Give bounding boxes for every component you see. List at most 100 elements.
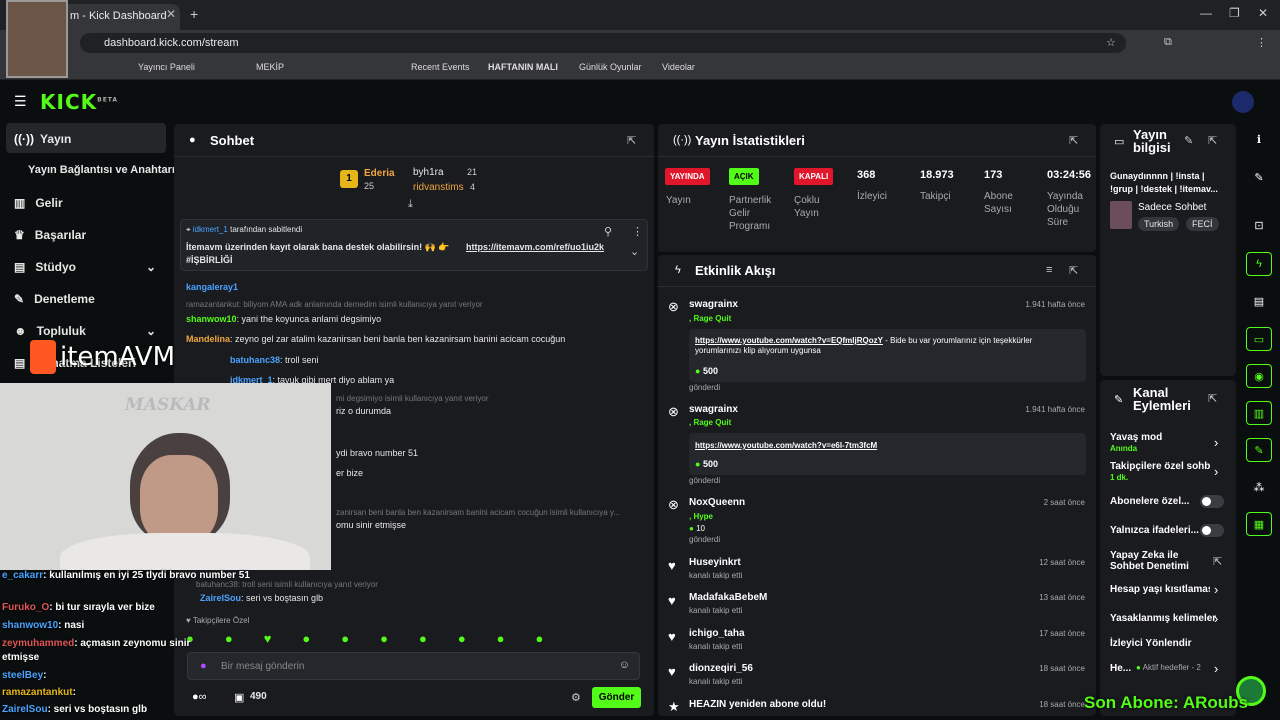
event-time: 12 saat önce bbox=[1039, 558, 1085, 567]
bookmark-videolar[interactable]: Videolar bbox=[662, 62, 695, 72]
chat-icon[interactable]: ▭ bbox=[1246, 327, 1272, 351]
send-button[interactable]: Gönder bbox=[592, 687, 641, 708]
sidebar-item-label: Yayın bbox=[39, 132, 72, 146]
event-link[interactable]: https://www.youtube.com/watch?v=e6l-7tm3… bbox=[695, 441, 877, 450]
chevron-right-icon[interactable]: › bbox=[1214, 582, 1218, 597]
slow-mode-value: Anında bbox=[1110, 444, 1138, 453]
popout-icon[interactable]: ⇱ bbox=[1069, 264, 1078, 277]
info-icon[interactable]: ℹ bbox=[1246, 128, 1272, 152]
emotes-only-toggle[interactable] bbox=[1200, 524, 1224, 537]
share-icon[interactable]: ⁂ bbox=[1246, 476, 1272, 500]
broadcast-icon[interactable]: ◉ bbox=[1246, 364, 1272, 388]
leaderboard-name: byh1ra bbox=[413, 167, 444, 178]
chat-message: shanwow10: yani the koyunca anlami degsi… bbox=[186, 314, 382, 324]
lightning-icon[interactable]: ϟ bbox=[1246, 252, 1272, 276]
edit-icon[interactable]: ✎ bbox=[1184, 134, 1193, 147]
url-field[interactable]: dashboard.kick.com/stream bbox=[80, 33, 1126, 53]
document-icon[interactable]: ▤ bbox=[1246, 290, 1272, 314]
sidebar-item-studyo[interactable]: ▤ Stüdyo ⌄ bbox=[6, 251, 166, 281]
slow-mode-label[interactable]: Yavaş mod bbox=[1110, 432, 1162, 443]
filter-icon[interactable]: ≡ bbox=[1046, 264, 1052, 276]
goals-label[interactable]: He... bbox=[1110, 663, 1131, 674]
pin-collapse-icon[interactable]: ⤓ bbox=[408, 198, 413, 211]
raid-label[interactable]: İzleyici Yönlendir bbox=[1110, 638, 1192, 649]
sidebar-item-stream-key[interactable]: Yayın Bağlantısı ve Anahtarı bbox=[20, 155, 180, 185]
minimize-icon[interactable]: — bbox=[1200, 6, 1212, 20]
subscribers-only-toggle[interactable] bbox=[1200, 495, 1224, 508]
close-tab-icon[interactable]: ✕ bbox=[166, 7, 176, 21]
storage-icon[interactable]: ▥ bbox=[1246, 401, 1272, 425]
emoji-icon[interactable]: ☺ bbox=[619, 659, 630, 671]
sidebar-item-denetleme[interactable]: ✎ Denetleme bbox=[6, 283, 166, 313]
bookmark-mekip[interactable]: MEKİP bbox=[256, 62, 284, 72]
bookmark-haftanin-mali[interactable]: HAFTANIN MALI bbox=[488, 62, 558, 72]
bookmark-recent-events[interactable]: Recent Events bbox=[411, 62, 470, 72]
settings-icon[interactable]: ⚙ bbox=[571, 691, 581, 704]
stream-title: Gunaydınnnn | !insta | !grup | !destek |… bbox=[1110, 171, 1218, 194]
followers-only-value: 1 dk. bbox=[1110, 473, 1129, 482]
new-tab-icon[interactable]: + bbox=[190, 6, 198, 22]
extensions-icon[interactable]: ⧉ bbox=[1164, 36, 1172, 49]
browser-tab-strip: m - Kick Dashboard ✕ + — ❐ ✕ bbox=[0, 0, 1280, 30]
wrench-icon[interactable]: ✎ bbox=[1246, 438, 1272, 462]
event-amount: ● 500 bbox=[695, 459, 718, 469]
edit-icon[interactable]: ✎ bbox=[1246, 166, 1272, 190]
ai-moderation-label[interactable]: Yapay Zeka ile Sohbet Denetimi bbox=[1110, 550, 1195, 572]
chevron-right-icon[interactable]: › bbox=[1214, 464, 1218, 479]
popout-icon[interactable]: ⇱ bbox=[627, 134, 636, 147]
url-text: dashboard.kick.com/stream bbox=[104, 37, 239, 49]
chat-username: Mandelina bbox=[186, 334, 231, 344]
sidebar-item-gelir[interactable]: ▥ Gelir bbox=[6, 187, 166, 217]
uptime-value: 03:24:56 bbox=[1047, 169, 1092, 181]
category-name[interactable]: Sadece Sohbet bbox=[1138, 202, 1206, 213]
chat-input[interactable]: ● Bir mesaj gönderin ☺ bbox=[187, 652, 640, 680]
popout-icon[interactable]: ⇱ bbox=[1208, 134, 1217, 147]
pinned-link[interactable]: https://itemavm.com/ref/uo1iu2k bbox=[466, 242, 604, 252]
kick-logo[interactable]: KICKBETA bbox=[40, 90, 118, 114]
sidebar-item-yayin[interactable]: ((·)) Yayın bbox=[6, 123, 166, 153]
window-close-icon[interactable]: ✕ bbox=[1258, 6, 1268, 20]
event-type: , Hype bbox=[689, 512, 714, 521]
infinity-icon[interactable]: ●∞ bbox=[192, 691, 207, 703]
account-age-label[interactable]: Hesap yaşı kısıtlaması bbox=[1110, 584, 1210, 595]
emote-bar[interactable]: ●●♥●●●●●●● bbox=[186, 631, 646, 647]
rank-badge: 1 bbox=[340, 170, 358, 188]
streamer-shirt bbox=[60, 533, 310, 570]
hamburger-menu-icon[interactable]: ☰ bbox=[14, 93, 27, 110]
studio-icon: ▤ bbox=[14, 260, 26, 274]
banned-words-label[interactable]: Yasaklanmış kelimeler bbox=[1110, 613, 1216, 624]
restore-icon[interactable]: ❐ bbox=[1229, 6, 1240, 20]
logo-text: KICK bbox=[40, 90, 98, 114]
heart-icon: ♥ bbox=[668, 629, 676, 644]
sidebar-item-basarilar[interactable]: ♛ Başarılar bbox=[6, 219, 166, 249]
bookmark-gunluk-oyunlar[interactable]: Günlük Oyunlar bbox=[579, 62, 642, 72]
chevron-down-icon: ⌄ bbox=[145, 324, 156, 338]
bookmark-star-icon[interactable]: ☆ bbox=[1106, 36, 1116, 49]
popout-icon[interactable]: ⇱ bbox=[1208, 392, 1217, 405]
bookmark-yayinci-paneli[interactable]: Yayıncı Paneli bbox=[138, 62, 195, 72]
chat-reply-context: ramazantankut: biliyom AMA adk anlamında… bbox=[186, 300, 483, 309]
event-link[interactable]: https://www.youtube.com/watch?v=EQfmljRQ… bbox=[695, 336, 883, 345]
chat-reply-context: zanirsan beni banla ben kazanirsam banin… bbox=[336, 508, 620, 517]
stat-label: İzleyici bbox=[857, 191, 888, 202]
followers-only-label[interactable]: Takipçilere özel sohbe bbox=[1110, 461, 1210, 472]
clapper-icon[interactable]: ▦ bbox=[1246, 512, 1272, 536]
chevron-down-icon[interactable]: ⌄ bbox=[630, 245, 639, 258]
info-title: Yayın bilgisi bbox=[1133, 127, 1171, 155]
chevron-right-icon[interactable]: › bbox=[1214, 661, 1218, 676]
chat-text: zeyno gel zar atalim kazanirsan beni ban… bbox=[235, 334, 566, 344]
chevron-right-icon[interactable]: › bbox=[1214, 435, 1218, 450]
lightning-icon: ϟ bbox=[675, 264, 681, 276]
overlay-avatar-image bbox=[6, 0, 68, 78]
more-options-icon[interactable]: ⋮ bbox=[632, 225, 643, 238]
unpin-icon[interactable]: ⚲ bbox=[604, 225, 612, 238]
menu-icon[interactable]: ⋮ bbox=[1256, 36, 1267, 49]
chevron-right-icon[interactable]: › bbox=[1214, 611, 1218, 626]
emotes-only-label: Yalnızca ifadeleri... bbox=[1110, 525, 1199, 536]
stat-label: Yayında Olduğu Süre bbox=[1047, 191, 1083, 228]
popout-icon[interactable]: ⇱ bbox=[1069, 134, 1078, 147]
avatar[interactable] bbox=[1232, 91, 1254, 113]
points-icon: ▣ bbox=[234, 692, 245, 704]
capture-icon[interactable]: ⊡ bbox=[1246, 214, 1272, 238]
external-link-icon[interactable]: ⇱ bbox=[1213, 555, 1222, 568]
